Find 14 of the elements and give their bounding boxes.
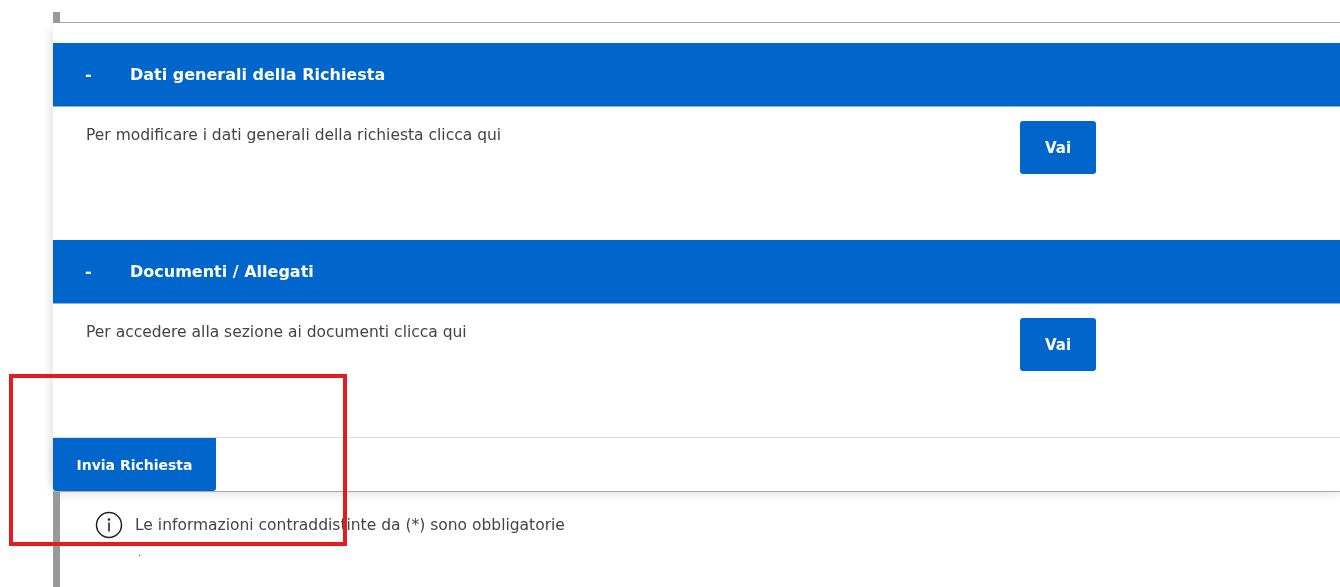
section-title: Dati generali della Richiesta bbox=[130, 65, 386, 84]
section-description: Per modificare i dati generali della richiesta clicca qui bbox=[86, 126, 503, 144]
collapse-toggle[interactable]: - bbox=[85, 65, 129, 84]
go-button[interactable]: Vai bbox=[1020, 121, 1096, 174]
note-text: . bbox=[138, 547, 142, 558]
section-header[interactable]: - Documenti / Allegati bbox=[53, 240, 1340, 304]
section-description: Per accedere alla sezione ai documenti clicca qui bbox=[86, 323, 468, 341]
section-header[interactable]: - Dati generali della Richiesta bbox=[53, 43, 1340, 107]
collapse-toggle[interactable]: - bbox=[85, 262, 129, 281]
info-icon bbox=[95, 511, 123, 539]
section-title: Documenti / Allegati bbox=[130, 262, 314, 281]
scrollbar-stub bbox=[53, 12, 60, 23]
go-button[interactable]: Vai bbox=[1020, 318, 1096, 371]
submit-button[interactable]: Invia Richiesta bbox=[53, 438, 216, 491]
